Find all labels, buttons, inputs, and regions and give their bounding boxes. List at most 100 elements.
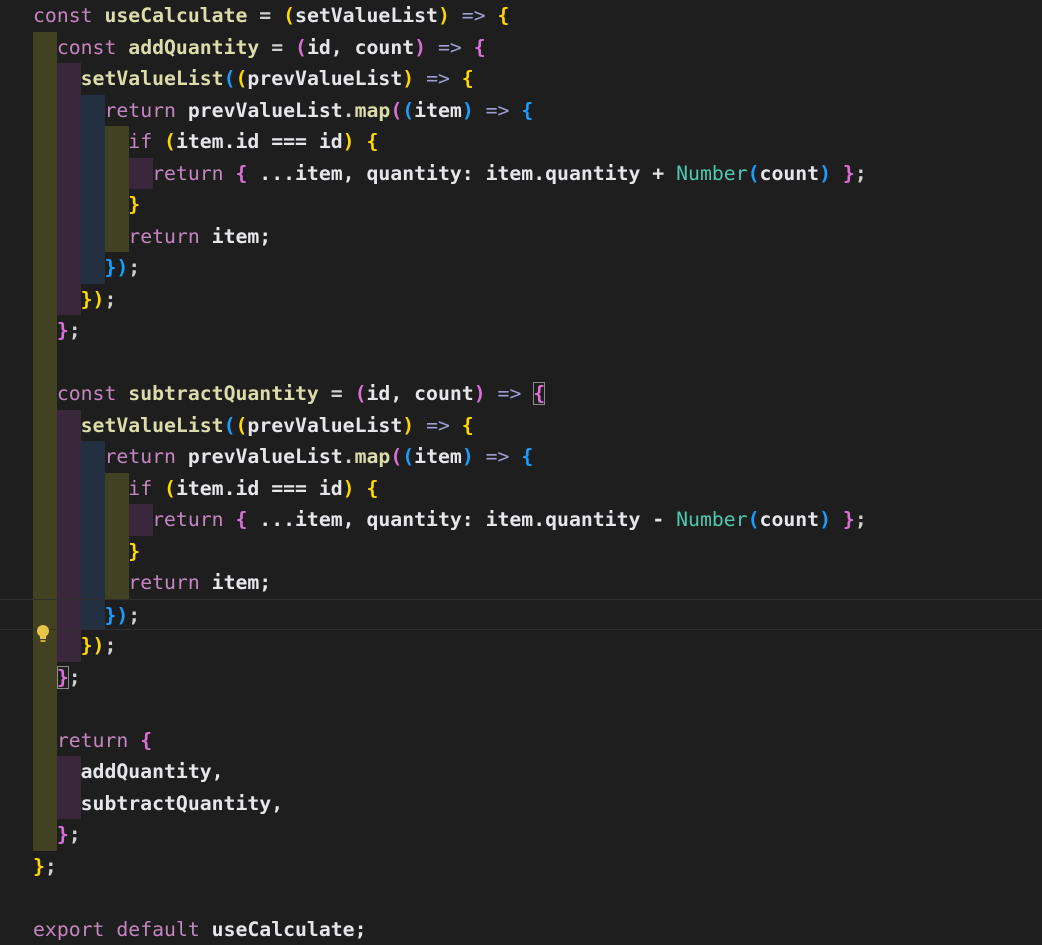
line-content: addQuantity, — [33, 756, 224, 787]
code-token: ) — [461, 445, 474, 468]
code-token: return — [152, 508, 236, 531]
code-line[interactable]: }; — [0, 819, 1042, 850]
code-line[interactable]: } — [0, 189, 1042, 220]
code-token: ; — [128, 256, 141, 279]
code-token: ) — [819, 161, 831, 185]
code-token: useCalculate — [104, 4, 248, 27]
code-line[interactable]: return item; — [0, 567, 1042, 598]
code-token: ; — [68, 319, 81, 342]
code-token: { — [366, 130, 379, 153]
code-line[interactable]: }; — [0, 662, 1042, 693]
code-line[interactable]: }); — [0, 252, 1042, 283]
line-content: setValueList((prevValueList) => { — [33, 410, 474, 441]
code-line[interactable]: return prevValueList.map((item) => { — [0, 441, 1042, 472]
code-token: prevValueList — [187, 98, 343, 122]
line-content: if (item.id === id) { — [33, 126, 378, 157]
code-token: { — [497, 4, 510, 27]
code-line[interactable]: setValueList((prevValueList) => { — [0, 63, 1042, 94]
code-line[interactable]: const subtractQuantity = (id, count) => … — [0, 378, 1042, 409]
code-token: ) — [819, 508, 831, 531]
line-content: return { ...item, quantity: item.quantit… — [33, 158, 867, 189]
code-token: useCalculate; — [211, 917, 367, 941]
code-line[interactable]: return item; — [0, 221, 1042, 252]
code-token: ( — [283, 4, 296, 27]
code-line[interactable]: subtractQuantity, — [0, 788, 1042, 819]
code-token: { — [533, 382, 546, 405]
code-token: { — [140, 728, 153, 752]
code-line[interactable]: if (item.id === id) { — [0, 126, 1042, 157]
code-token: { — [521, 445, 534, 468]
code-line[interactable] — [0, 347, 1042, 378]
code-line[interactable]: } — [0, 536, 1042, 567]
code-token: ( — [390, 445, 403, 468]
code-token: item.id === id — [175, 130, 343, 153]
line-content: const addQuantity = (id, count) => { — [33, 32, 486, 63]
code-token: setValueList — [80, 413, 224, 437]
code-token: = — [247, 4, 284, 27]
code-line[interactable]: if (item.id === id) { — [0, 473, 1042, 504]
code-token: ; — [44, 854, 57, 878]
code-token: count — [759, 161, 820, 185]
code-token: setValueList — [80, 67, 224, 90]
code-token: subtractQuantity, — [80, 791, 284, 815]
code-line[interactable]: }; — [0, 315, 1042, 346]
code-token: } — [56, 319, 69, 342]
code-token: => — [485, 382, 534, 405]
code-line[interactable]: return prevValueList.map((item) => { — [0, 95, 1042, 126]
code-token: => — [414, 67, 462, 90]
code-token: } — [33, 854, 45, 878]
code-line[interactable]: }; — [0, 851, 1042, 882]
code-token: return — [128, 224, 212, 248]
line-content: return prevValueList.map((item) => { — [33, 95, 533, 126]
line-content: return { ...item, quantity: item.quantit… — [33, 504, 867, 535]
code-line[interactable]: const useCalculate = (setValueList) => { — [0, 0, 1042, 31]
code-token: return — [152, 161, 236, 185]
code-token: => — [414, 413, 462, 437]
line-content: setValueList((prevValueList) => { — [33, 63, 474, 94]
code-token: export — [33, 917, 117, 941]
code-token: ) — [473, 382, 486, 405]
code-line[interactable]: }); — [0, 598, 1042, 630]
code-token: } — [56, 665, 69, 689]
code-token: { — [461, 413, 474, 437]
code-token: subtractQuantity — [128, 382, 319, 405]
code-token: Number — [676, 508, 748, 531]
code-token: = — [318, 382, 355, 405]
code-line[interactable]: }); — [0, 630, 1042, 661]
code-line[interactable]: return { ...item, quantity: item.quantit… — [0, 158, 1042, 189]
code-token: . — [342, 98, 355, 122]
line-content: }; — [33, 315, 81, 346]
code-token: ( — [235, 67, 248, 90]
code-line[interactable] — [0, 693, 1042, 724]
code-token: ; — [104, 634, 117, 657]
code-token: ) — [437, 4, 450, 27]
code-line[interactable]: }); — [0, 284, 1042, 315]
code-editor[interactable]: const useCalculate = (setValueList) => {… — [0, 0, 1042, 941]
code-token: }) — [80, 287, 105, 311]
code-token: ( — [402, 98, 415, 122]
code-token: addQuantity — [128, 35, 260, 59]
code-line[interactable]: const addQuantity = (id, count) => { — [0, 32, 1042, 63]
line-content: } — [33, 189, 140, 220]
code-line[interactable]: return { — [0, 725, 1042, 756]
code-line[interactable]: setValueList((prevValueList) => { — [0, 410, 1042, 441]
code-line[interactable] — [0, 882, 1042, 913]
code-token: ( — [235, 413, 248, 437]
lightbulb-icon[interactable] — [36, 624, 50, 644]
code-token: }) — [80, 634, 105, 657]
code-line[interactable]: addQuantity, — [0, 756, 1042, 787]
code-token: { — [366, 476, 379, 500]
code-line[interactable]: return { ...item, quantity: item.quantit… — [0, 504, 1042, 535]
code-token: { — [521, 98, 534, 122]
code-token: ) — [342, 130, 355, 153]
